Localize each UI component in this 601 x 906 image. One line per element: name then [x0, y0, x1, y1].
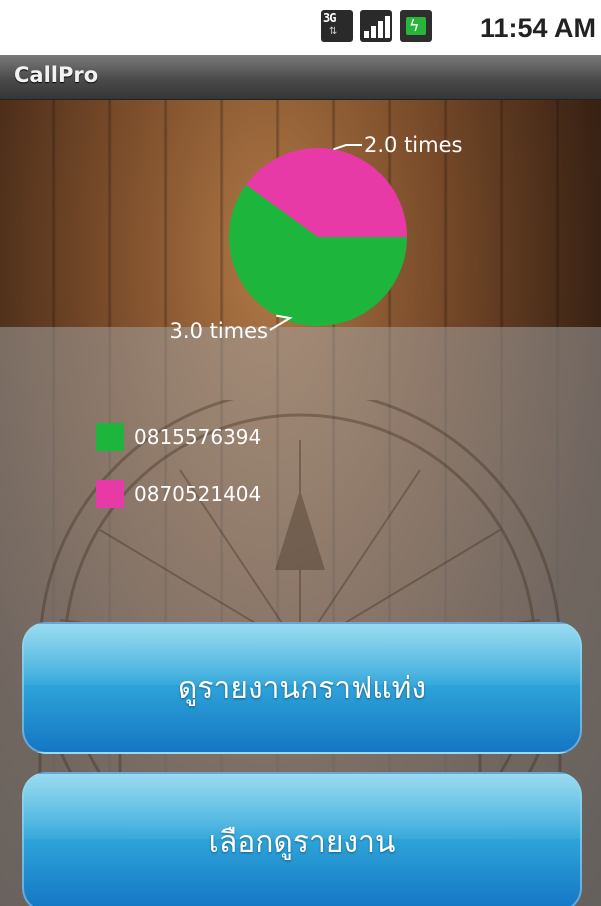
button-label: ดูรายงานกราฟแท่ง: [177, 670, 427, 706]
app-title: CallPro: [14, 63, 99, 87]
view-bar-chart-report-button[interactable]: ดูรายงานกราฟแท่ง: [22, 622, 582, 754]
status-time: 11:54 AM: [479, 13, 596, 43]
status-bar: 3G ⇅ ϟ 11:54 AM: [0, 0, 601, 55]
legend-swatch: [96, 480, 124, 508]
pie-data-label: 2.0 times: [364, 133, 462, 157]
network-3g-icon: 3G ⇅: [321, 10, 353, 42]
pie-data-label: 3.0 times: [170, 319, 268, 343]
legend-label: 0815576394: [134, 425, 262, 449]
app-screen: 3G ⇅ ϟ 11:54 AM CallPro 3.0 times 2.0 ti…: [0, 0, 601, 906]
network-label: 3G: [323, 11, 336, 25]
button-label: เลือกดูรายงาน: [208, 824, 396, 860]
pie-leader-line: [269, 314, 293, 331]
legend-label: 0870521404: [134, 482, 262, 506]
legend-swatch: [96, 423, 124, 451]
title-bar: CallPro: [0, 55, 601, 100]
select-report-button[interactable]: เลือกดูรายงาน: [22, 772, 582, 906]
battery-charging-icon: ϟ: [400, 10, 432, 42]
pie-chart: 3.0 times 2.0 times: [170, 133, 463, 343]
signal-strength-icon: [360, 10, 392, 42]
pie-leader-line: [333, 144, 362, 151]
